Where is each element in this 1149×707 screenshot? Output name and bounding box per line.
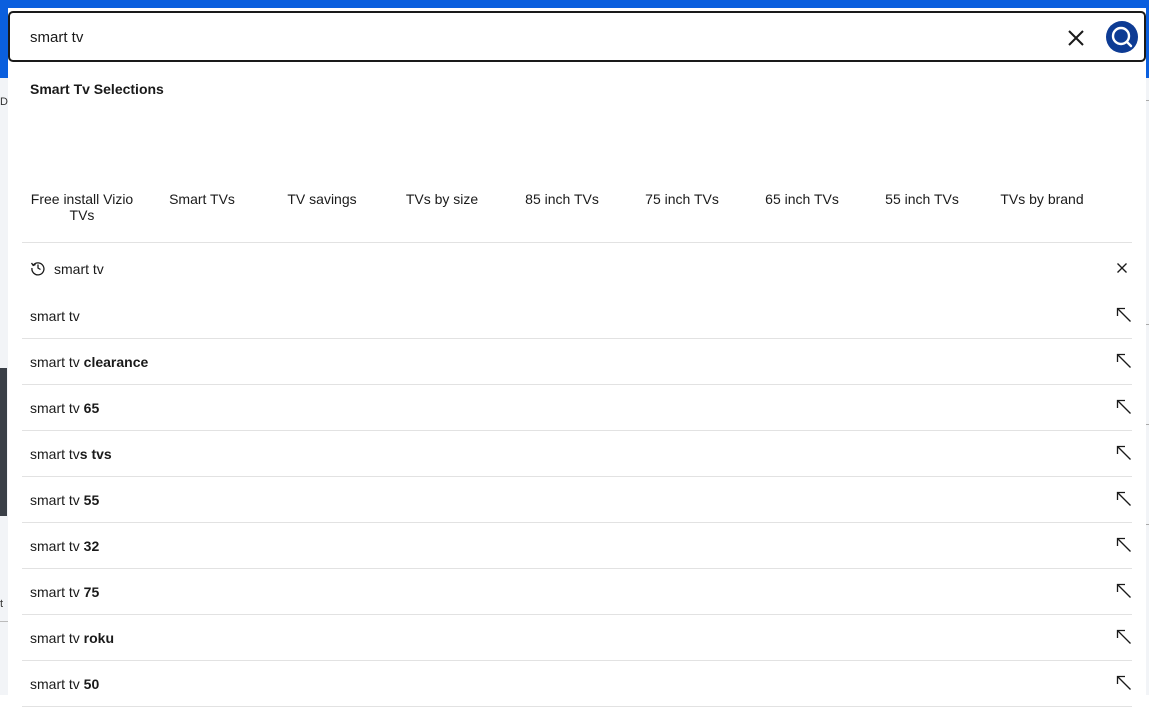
suggestion-list: smart tv smart tv clearance smart tv 65 … (22, 293, 1132, 707)
suggestion-item[interactable]: smart tvs tvs (22, 431, 1132, 477)
suggestion-text: smart tv 65 (30, 400, 100, 416)
suggestion-item[interactable]: smart tv 32 (22, 523, 1132, 569)
background-image-fragment (0, 368, 7, 516)
tile-75-inch-tvs[interactable]: 75 inch TVs (622, 191, 742, 207)
tile-free-install-vizio-tvs[interactable]: Free install Vizio TVs (22, 191, 142, 223)
background-text-fragment: t (0, 598, 4, 610)
search-icon (1111, 26, 1133, 48)
tile-tvs-by-brand[interactable]: TVs by brand (982, 191, 1102, 207)
section-title: Smart Tv Selections (30, 81, 164, 97)
tile-tv-savings[interactable]: TV savings (262, 191, 382, 207)
background-divider (0, 621, 8, 622)
suggestion-text: smart tv (30, 308, 80, 324)
search-dropdown-panel: Smart Tv Selections Free install Vizio T… (8, 8, 1146, 707)
search-submit-button[interactable] (1106, 21, 1138, 53)
tile-65-inch-tvs[interactable]: 65 inch TVs (742, 191, 862, 207)
suggestion-text: smart tvs tvs (30, 446, 112, 462)
arrow-up-left-icon[interactable] (1116, 537, 1132, 553)
suggestion-text: smart tv 75 (30, 584, 100, 600)
recent-search-item[interactable]: smart tv (22, 245, 1132, 290)
arrow-up-left-icon[interactable] (1116, 353, 1132, 369)
category-tiles: Free install Vizio TVs Smart TVs TV savi… (22, 191, 1132, 231)
suggestion-text: smart tv 32 (30, 538, 100, 554)
tile-85-inch-tvs[interactable]: 85 inch TVs (502, 191, 622, 207)
suggestion-item[interactable]: smart tv 55 (22, 477, 1132, 523)
arrow-up-left-icon[interactable] (1116, 583, 1132, 599)
arrow-up-left-icon[interactable] (1116, 399, 1132, 415)
arrow-up-left-icon[interactable] (1116, 445, 1132, 461)
suggestion-text: smart tv 50 (30, 676, 100, 692)
recent-search-label: smart tv (54, 261, 104, 277)
suggestion-item[interactable]: smart tv 65 (22, 385, 1132, 431)
suggestion-text: smart tv clearance (30, 354, 149, 370)
page-background-left: De t (0, 78, 14, 695)
close-icon (1068, 30, 1084, 46)
tile-smart-tvs[interactable]: Smart TVs (142, 191, 262, 207)
section-divider (22, 242, 1132, 243)
arrow-up-left-icon[interactable] (1116, 491, 1132, 507)
clear-search-button[interactable] (1065, 27, 1087, 49)
suggestion-item[interactable]: smart tv (22, 293, 1132, 339)
tile-tvs-by-size[interactable]: TVs by size (382, 191, 502, 207)
suggestion-item[interactable]: smart tv roku (22, 615, 1132, 661)
search-input[interactable] (30, 26, 1030, 48)
suggestion-text: smart tv 55 (30, 492, 100, 508)
arrow-up-left-icon[interactable] (1116, 629, 1132, 645)
suggestion-item[interactable]: smart tv clearance (22, 339, 1132, 385)
arrow-up-left-icon[interactable] (1116, 675, 1132, 691)
close-icon[interactable] (1116, 262, 1128, 274)
arrow-up-left-icon[interactable] (1116, 307, 1132, 323)
suggestion-text: smart tv roku (30, 630, 115, 646)
search-box (8, 11, 1146, 62)
history-icon (30, 262, 45, 276)
suggestion-item[interactable]: smart tv 50 (22, 661, 1132, 707)
tile-55-inch-tvs[interactable]: 55 inch TVs (862, 191, 982, 207)
suggestion-item[interactable]: smart tv 75 (22, 569, 1132, 615)
